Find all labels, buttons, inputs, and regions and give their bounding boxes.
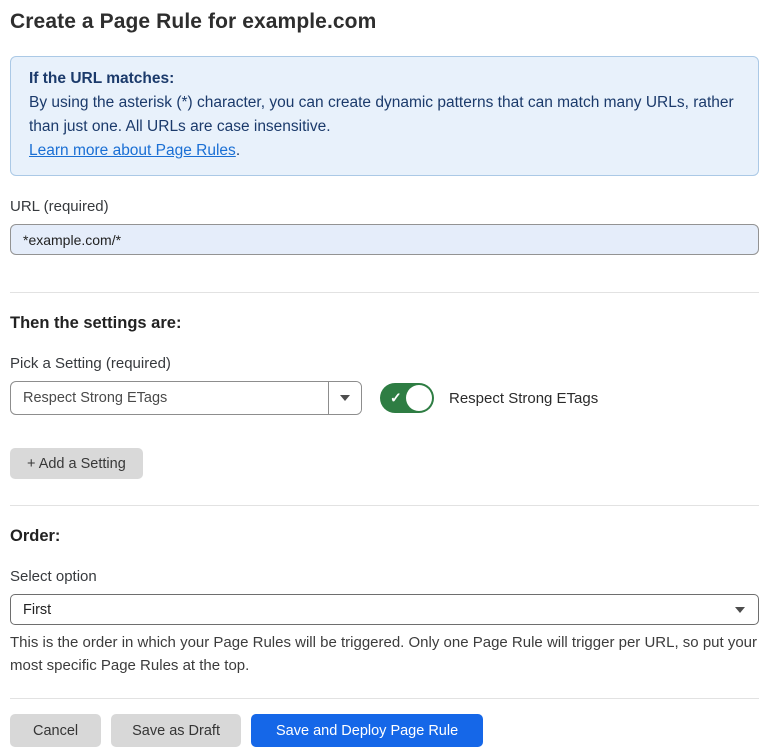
- order-select-arrow: [722, 595, 758, 624]
- order-help-text: This is the order in which your Page Rul…: [10, 632, 758, 677]
- save-and-deploy-button[interactable]: Save and Deploy Page Rule: [251, 714, 483, 747]
- settings-heading: Then the settings are:: [10, 314, 759, 333]
- info-box-body: By using the asterisk (*) character, you…: [29, 91, 740, 139]
- setting-select[interactable]: Respect Strong ETags: [10, 381, 362, 415]
- save-as-draft-button[interactable]: Save as Draft: [111, 714, 241, 747]
- create-page-rule-form: Create a Page Rule for example.com If th…: [0, 0, 769, 747]
- setting-select-arrow-box[interactable]: [328, 382, 361, 414]
- order-heading: Order:: [10, 527, 759, 546]
- etags-toggle[interactable]: ✓: [380, 383, 434, 413]
- order-select-label: Select option: [10, 568, 759, 585]
- learn-more-link[interactable]: Learn more about Page Rules: [29, 142, 236, 159]
- page-title: Create a Page Rule for example.com: [10, 10, 759, 34]
- pick-setting-label: Pick a Setting (required): [10, 355, 759, 372]
- url-input[interactable]: [10, 224, 759, 255]
- url-label: URL (required): [10, 198, 759, 215]
- check-icon: ✓: [390, 391, 402, 405]
- info-box-heading: If the URL matches:: [29, 67, 740, 91]
- chevron-down-icon: [340, 395, 350, 401]
- section-divider: [10, 292, 759, 293]
- action-buttons: Cancel Save as Draft Save and Deploy Pag…: [10, 714, 759, 747]
- order-select-value: First: [11, 595, 722, 624]
- setting-select-value: Respect Strong ETags: [11, 382, 328, 414]
- chevron-down-icon: [735, 607, 745, 613]
- add-setting-button[interactable]: + Add a Setting: [10, 448, 143, 479]
- url-match-info-box: If the URL matches: By using the asteris…: [10, 56, 759, 176]
- etags-toggle-group: ✓ Respect Strong ETags: [380, 383, 598, 413]
- setting-row: Respect Strong ETags ✓ Respect Strong ET…: [10, 381, 759, 415]
- cancel-button[interactable]: Cancel: [10, 714, 101, 747]
- link-suffix: .: [236, 142, 240, 159]
- info-box-link-line: Learn more about Page Rules.: [29, 139, 740, 163]
- section-divider: [10, 505, 759, 506]
- order-select[interactable]: First: [10, 594, 759, 625]
- toggle-knob: [406, 385, 432, 411]
- section-divider: [10, 698, 759, 699]
- etags-toggle-label: Respect Strong ETags: [449, 390, 598, 407]
